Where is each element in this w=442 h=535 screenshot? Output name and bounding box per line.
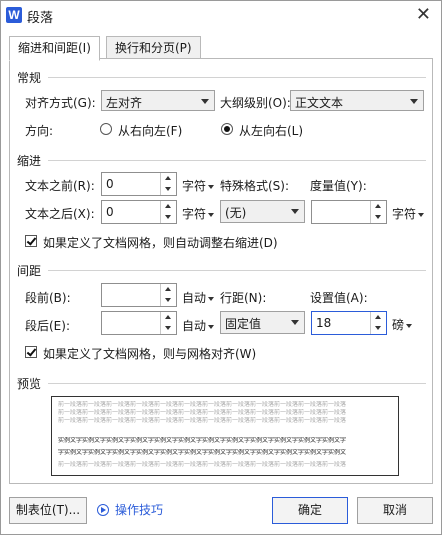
- line-spacing-label: 行距(N):: [220, 291, 267, 305]
- preview-prev-line: 前一段落前一段落前一段落前一段落前一段落前一段落前一段落前一段落前一段落前一段落…: [58, 401, 347, 408]
- rtl-label[interactable]: 从右向左(F): [118, 122, 182, 139]
- caret-down-icon: [406, 323, 413, 328]
- preview-prev-line: 前一段落前一段落前一段落前一段落前一段落前一段落前一段落前一段落前一段落前一段落…: [58, 417, 347, 424]
- spin-up-icon[interactable]: [161, 284, 176, 295]
- ltr-label[interactable]: 从左向右(L): [239, 122, 303, 139]
- spinner: [160, 312, 176, 334]
- indent-grid-label[interactable]: 如果定义了文档网格，则自动调整右缩进(D): [43, 234, 278, 251]
- section-general-title: 常规: [17, 71, 42, 85]
- space-before-unit[interactable]: 自动: [182, 289, 215, 306]
- spinner: [160, 201, 176, 223]
- chevron-down-icon: [291, 320, 299, 325]
- spacing-grid-label[interactable]: 如果定义了文档网格，则与网格对齐(W): [43, 345, 256, 362]
- align-label: 对齐方式(G):: [25, 96, 96, 110]
- spin-down-icon[interactable]: [371, 212, 386, 223]
- tips-label: 操作技巧: [115, 503, 164, 517]
- spin-down-icon[interactable]: [161, 184, 176, 195]
- section-indent-title: 缩进: [17, 154, 42, 168]
- cancel-button[interactable]: 取消: [357, 497, 433, 524]
- line-spacing-value: 固定值: [225, 317, 262, 331]
- special-format-select[interactable]: (无): [220, 200, 305, 223]
- spinner: [370, 201, 386, 223]
- rtl-radio[interactable]: [100, 123, 112, 135]
- caret-down-icon: [418, 212, 425, 217]
- spin-up-icon[interactable]: [161, 173, 176, 184]
- spin-down-icon[interactable]: [161, 323, 176, 334]
- wps-writer-icon: W: [6, 7, 22, 23]
- set-value-unit[interactable]: 磅: [392, 316, 413, 333]
- space-after-unit[interactable]: 自动: [182, 317, 215, 334]
- special-format-value: (无): [225, 206, 247, 220]
- spacing-grid-checkbox[interactable]: [25, 346, 37, 358]
- spinner: [160, 284, 176, 306]
- outline-label: 大纲级别(O):: [220, 96, 291, 110]
- chevron-down-icon: [201, 99, 209, 104]
- indent-after-value: 0: [106, 205, 114, 219]
- tab-line-page-breaks[interactable]: 换行和分页(P): [106, 36, 201, 60]
- tips-link[interactable]: 操作技巧: [97, 501, 163, 518]
- align-select[interactable]: 左对齐: [101, 90, 215, 111]
- divider: [48, 160, 426, 161]
- indent-after-unit[interactable]: 字符: [182, 205, 215, 222]
- caret-down-icon: [208, 184, 215, 189]
- dialog-title: 段落: [27, 11, 54, 26]
- set-value-value: 18: [316, 316, 332, 330]
- title-bar: W 段落 ✕: [1, 1, 441, 31]
- set-value-input[interactable]: 18: [311, 311, 387, 335]
- spin-up-icon[interactable]: [161, 312, 176, 323]
- measure-unit[interactable]: 字符: [392, 205, 425, 222]
- preview-next-line: 前一段落前一段落前一段落前一段落前一段落前一段落前一段落前一段落前一段落前一段落…: [58, 461, 347, 468]
- line-spacing-select[interactable]: 固定值: [220, 311, 305, 334]
- section-preview-title: 预览: [17, 377, 42, 391]
- measure-input[interactable]: [311, 200, 387, 224]
- spin-down-icon[interactable]: [161, 212, 176, 223]
- section-spacing-title: 间距: [17, 264, 42, 278]
- divider: [48, 270, 426, 271]
- space-after-input[interactable]: [101, 311, 177, 335]
- tab-indent-spacing[interactable]: 缩进和间距(I): [9, 36, 100, 61]
- special-format-label: 特殊格式(S):: [220, 179, 290, 193]
- measure-label: 度量值(Y):: [310, 179, 367, 193]
- spin-down-icon[interactable]: [161, 295, 176, 306]
- caret-down-icon: [208, 212, 215, 217]
- direction-label: 方向:: [25, 124, 54, 138]
- outline-select[interactable]: 正文文本: [290, 90, 424, 111]
- close-icon[interactable]: ✕: [416, 5, 431, 25]
- chevron-down-icon: [410, 99, 418, 104]
- preview-box: 前一段落前一段落前一段落前一段落前一段落前一段落前一段落前一段落前一段落前一段落…: [51, 396, 399, 476]
- space-before-label: 段前(B):: [25, 291, 71, 305]
- preview-prev-line: 前一段落前一段落前一段落前一段落前一段落前一段落前一段落前一段落前一段落前一段落…: [58, 409, 347, 416]
- caret-down-icon: [208, 296, 215, 301]
- spin-up-icon[interactable]: [161, 201, 176, 212]
- paragraph-dialog: W 段落 ✕ 缩进和间距(I) 换行和分页(P) 常规 对齐方式(G): 左对齐…: [0, 0, 442, 535]
- play-circle-icon: [97, 504, 109, 516]
- spin-up-icon[interactable]: [371, 201, 386, 212]
- ltr-radio[interactable]: [221, 123, 233, 135]
- indent-before-label: 文本之前(R):: [25, 179, 95, 193]
- indent-grid-checkbox[interactable]: [25, 235, 37, 247]
- caret-down-icon: [208, 324, 215, 329]
- spin-up-icon[interactable]: [371, 312, 386, 323]
- space-after-label: 段后(E):: [25, 319, 70, 333]
- spinner: [370, 312, 386, 334]
- preview-sample-line: 实例文字实例文字实例文字实例文字实例文字实例文字实例文字实例文字实例文字实例文字…: [58, 437, 347, 444]
- spinner: [160, 173, 176, 195]
- indent-before-unit[interactable]: 字符: [182, 177, 215, 194]
- preview-sample-line: 字实例文字实例文字实例文字实例文字实例文字实例文字实例文字实例文字实例文字实例文…: [58, 449, 347, 456]
- divider: [48, 77, 426, 78]
- spin-down-icon[interactable]: [371, 323, 386, 334]
- outline-value: 正文文本: [295, 96, 344, 110]
- align-value: 左对齐: [106, 96, 143, 110]
- space-before-input[interactable]: [101, 283, 177, 307]
- indent-after-input[interactable]: 0: [101, 200, 177, 224]
- indent-before-value: 0: [106, 177, 114, 191]
- tab-panel: 常规 对齐方式(G): 左对齐 大纲级别(O): 正文文本 方向: 从右向左(F…: [9, 58, 433, 484]
- indent-after-label: 文本之后(X):: [25, 207, 95, 221]
- chevron-down-icon: [291, 209, 299, 214]
- tab-stops-button[interactable]: 制表位(T)...: [9, 497, 87, 524]
- ok-button[interactable]: 确定: [272, 497, 348, 524]
- indent-before-input[interactable]: 0: [101, 172, 177, 196]
- divider: [48, 383, 426, 384]
- set-value-label: 设置值(A):: [310, 291, 368, 305]
